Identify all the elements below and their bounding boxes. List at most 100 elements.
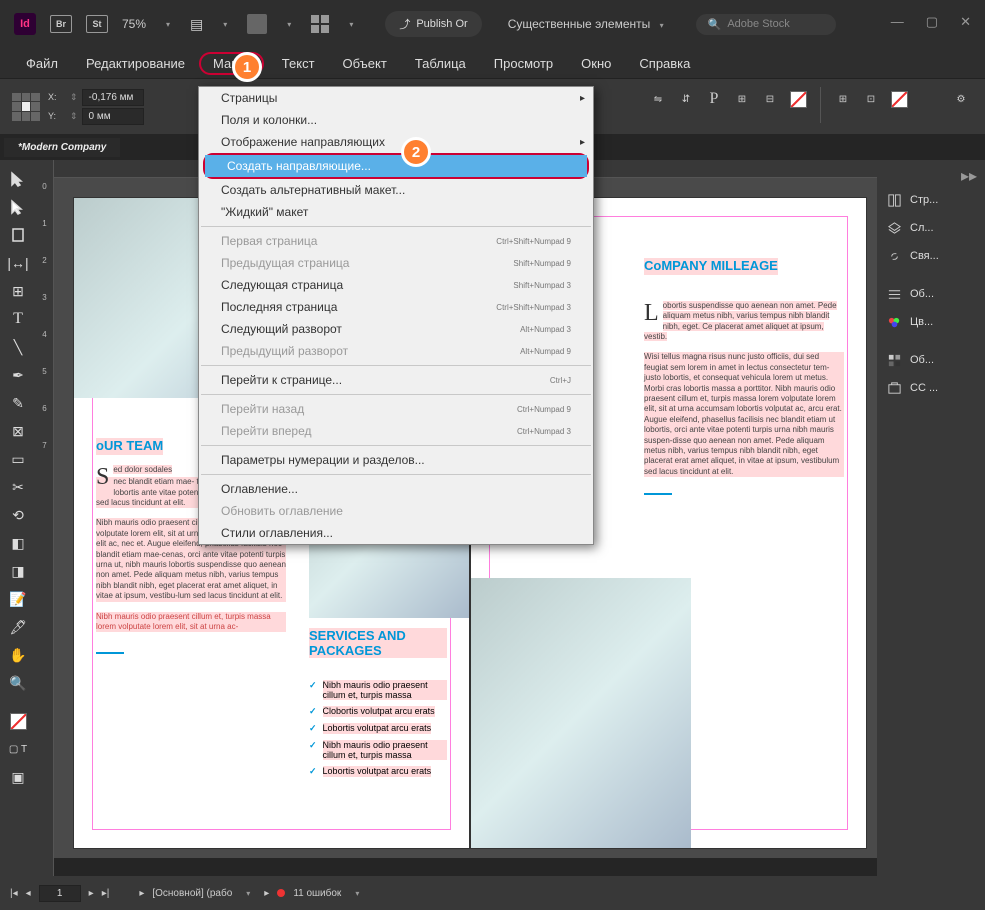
image-placeholder-city[interactable]	[471, 578, 691, 848]
menu-window[interactable]: Окно	[567, 56, 625, 71]
pencil-tool[interactable]: ✎	[4, 390, 32, 416]
preflight-nav-icon[interactable]: ▸	[264, 888, 269, 899]
chevron-down-icon[interactable]: ▾	[166, 20, 170, 29]
panel-links[interactable]: Свя...	[877, 242, 985, 270]
flip-vertical-icon[interactable]: ⇵	[674, 87, 698, 111]
menu-item-numbering[interactable]: Параметры нумерации и разделов...	[199, 449, 593, 471]
stroke-none-icon[interactable]	[887, 87, 911, 111]
menu-item-toc[interactable]: Оглавление...	[199, 478, 593, 500]
paragraph-icon[interactable]: P	[702, 87, 726, 111]
bridge-icon[interactable]: Br	[50, 15, 72, 33]
direct-selection-tool[interactable]	[4, 194, 32, 220]
x-label: X:	[48, 92, 66, 102]
gap-tool[interactable]: |↔|	[4, 250, 32, 276]
menu-table[interactable]: Таблица	[401, 56, 480, 71]
align-icon[interactable]: ⊞	[730, 87, 754, 111]
close-button[interactable]: ✕	[960, 14, 971, 30]
type-tool[interactable]: T	[4, 306, 32, 332]
app-logo-indesign: Id	[14, 13, 36, 35]
panel-color[interactable]: Цв...	[877, 308, 985, 336]
menu-edit[interactable]: Редактирование	[72, 56, 199, 71]
publish-button[interactable]: ⤴Publish Or	[385, 11, 481, 37]
x-value-input[interactable]: -0,176 мм	[82, 89, 144, 106]
view-options-icon[interactable]: ▤	[190, 16, 203, 33]
arrange-icon[interactable]	[311, 15, 329, 33]
menu-item-goto-page[interactable]: Перейти к странице...Ctrl+J	[199, 369, 593, 391]
menu-text[interactable]: Текст	[268, 56, 329, 71]
menu-item-prev-page: Предыдущая страницаShift+Numpad 9	[199, 252, 593, 274]
panel-cc-libraries[interactable]: CC ...	[877, 374, 985, 402]
panel-layers[interactable]: Сл...	[877, 214, 985, 242]
menu-item-update-toc: Обновить оглавление	[199, 500, 593, 522]
nav-prev-icon[interactable]: ◂	[26, 888, 31, 899]
fill-stroke-swatch[interactable]	[4, 708, 32, 734]
panel-swatches[interactable]: Об...	[877, 346, 985, 374]
pen-tool[interactable]: ✒	[4, 362, 32, 388]
nav-first-icon[interactable]: |◂	[10, 888, 18, 899]
free-transform-tool[interactable]: ⟲	[4, 502, 32, 528]
workspace-switcher[interactable]: Существенные элементы ▾	[508, 17, 670, 31]
selection-tool[interactable]	[4, 166, 32, 192]
fill-none-icon[interactable]	[786, 87, 810, 111]
menu-item-alt-layout[interactable]: Создать альтернативный макет...	[199, 179, 593, 201]
list-item: Nibh mauris odio praesent cillum et, tur…	[323, 680, 447, 700]
maximize-button[interactable]: ▢	[926, 14, 938, 30]
menu-help[interactable]: Справка	[625, 56, 704, 71]
content-collector-tool[interactable]: ⊞	[4, 278, 32, 304]
gradient-feather-tool[interactable]: ◨	[4, 558, 32, 584]
search-input[interactable]: 🔍Adobe Stock	[696, 14, 836, 35]
screen-mode-toggle[interactable]: ▣	[4, 764, 32, 790]
distribute-icon[interactable]: ⊟	[758, 87, 782, 111]
menu-view[interactable]: Просмотр	[480, 56, 567, 71]
menu-item-create-guides[interactable]: Создать направляющие...	[205, 155, 587, 177]
master-page-label[interactable]: [Основной] (рабо	[152, 888, 232, 899]
rectangle-tool[interactable]: ▭	[4, 446, 32, 472]
flip-horizontal-icon[interactable]: ⇋	[646, 87, 670, 111]
page-number-input[interactable]: 1	[39, 885, 81, 902]
panels-collapse-icon[interactable]: ▸▸	[877, 166, 985, 186]
menu-item-last-page[interactable]: Последняя страницаCtrl+Shift+Numpad 3	[199, 296, 593, 318]
body-text: obortis suspendisse quo aenean non amet.…	[644, 301, 837, 341]
menu-item-pages[interactable]: Страницы	[199, 87, 593, 109]
line-tool[interactable]: ╲	[4, 334, 32, 360]
distribute-icon-2[interactable]: ⊡	[859, 87, 883, 111]
gradient-swatch-tool[interactable]: ◧	[4, 530, 32, 556]
note-tool[interactable]: 📝	[4, 586, 32, 612]
preflight-errors[interactable]: 11 ошибок	[293, 888, 341, 899]
page-tool[interactable]	[4, 222, 32, 248]
preflight-error-icon[interactable]	[277, 889, 285, 897]
y-stepper[interactable]: ⇕	[70, 111, 78, 122]
menu-item-toc-styles[interactable]: Стили оглавления...	[199, 522, 593, 544]
open-icon[interactable]: ▸	[139, 888, 144, 899]
menu-item-margins[interactable]: Поля и колонки...	[199, 109, 593, 131]
menu-item-liquid-layout[interactable]: "Жидкий" макет	[199, 201, 593, 223]
zoom-level[interactable]: 75%	[122, 17, 146, 31]
search-icon: 🔍	[708, 18, 722, 31]
eyedropper-tool[interactable]: 🖋	[4, 614, 32, 640]
reference-point-locator[interactable]	[12, 93, 40, 121]
document-tab[interactable]: *Modern Company	[4, 138, 120, 157]
hand-tool[interactable]: ✋	[4, 642, 32, 668]
rectangle-frame-tool[interactable]: ⊠	[4, 418, 32, 444]
align-icon-2[interactable]: ⊞	[831, 87, 855, 111]
menu-item-next-spread[interactable]: Следующий разворотAlt+Numpad 3	[199, 318, 593, 340]
minimize-button[interactable]: —	[891, 14, 904, 30]
x-stepper[interactable]: ⇕	[70, 92, 78, 103]
menu-object[interactable]: Объект	[329, 56, 401, 71]
nav-last-icon[interactable]: ▸|	[102, 888, 110, 899]
screen-mode-icon[interactable]	[247, 14, 267, 34]
vertical-ruler[interactable]: 01234567	[36, 160, 54, 876]
stock-icon[interactable]: St	[86, 15, 108, 33]
nav-next-icon[interactable]: ▸	[89, 888, 94, 899]
menu-item-next-page[interactable]: Следующая страницаShift+Numpad 3	[199, 274, 593, 296]
panel-stroke[interactable]: Об...	[877, 280, 985, 308]
panel-pages[interactable]: Стр...	[877, 186, 985, 214]
settings-gear-icon[interactable]: ⚙	[949, 87, 973, 111]
zoom-tool[interactable]: 🔍	[4, 670, 32, 696]
y-value-input[interactable]: 0 мм	[82, 108, 144, 125]
formatting-container-icon[interactable]: ▢ T	[4, 736, 32, 762]
menu-item-guides-display[interactable]: Отображение направляющих	[199, 131, 593, 153]
scissors-tool[interactable]: ✂	[4, 474, 32, 500]
menu-file[interactable]: Файл	[12, 56, 72, 71]
list-item: Nibh mauris odio praesent cillum et, tur…	[323, 740, 447, 760]
